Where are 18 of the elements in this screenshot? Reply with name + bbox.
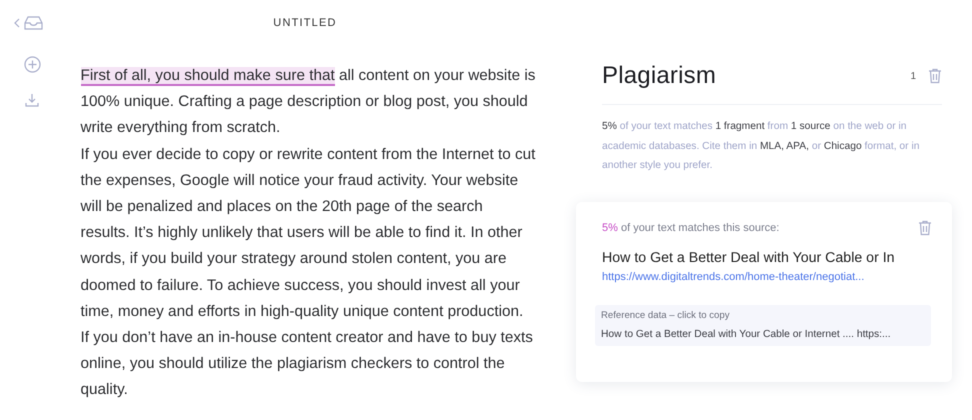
download-icon[interactable]	[25, 93, 39, 107]
reference-text: How to Get a Better Deal with Your Cable or Internet .... https:...	[601, 328, 892, 340]
reference-label: Reference data – click to copy	[601, 310, 731, 321]
trash-icon[interactable]	[928, 68, 942, 84]
paragraph: If you ever decide to copy or rewrite content from the Internet to cut the expenses, Google will notice your fraud activity. Your website will be penalized and places on the 20th page of the search results. It’s highly unlikely that users will be able to find it. In other words, if you build your strategy around stolen content, you are doomed to failure. To achieve success, you should invest all your time, money and efforts in high-quality unique content production. If you don’t have an in-house content creator and have to buy texts online, you should utilize the plagiarism checkers to control the quality.	[80, 144, 536, 400]
add-icon[interactable]	[24, 56, 40, 73]
source-title: How to Get a Better Deal with Your Cable or In	[602, 250, 896, 266]
inbox-icon[interactable]	[24, 16, 42, 30]
source-link[interactable]: https://www.digitaltrends.com/home-theater/negotiat...	[602, 270, 932, 283]
reference-box[interactable]: Reference data – click to copy How to Get a Better Deal with Your Cable or Internet .... https:...	[595, 304, 931, 346]
paragraph: First of all, you should make sure that all content on your website is 100% unique. Crafting a page description or blog post, you should write everything from scratch.	[80, 66, 536, 138]
document-title: UNTITLED	[273, 17, 337, 29]
match-text: 5% of your text matches this source:	[602, 222, 780, 234]
trash-icon[interactable]	[918, 220, 932, 236]
alert-count: 1	[910, 70, 916, 82]
plagiarism-summary: 5% of your text matches 1 fragment from 1 source on the web or in academic databases. Cite them in MLA, APA, or Chicago format, or in another style you prefer.	[602, 120, 920, 174]
panel-title: Plagiarism	[602, 62, 718, 90]
back-icon[interactable]	[14, 18, 20, 28]
